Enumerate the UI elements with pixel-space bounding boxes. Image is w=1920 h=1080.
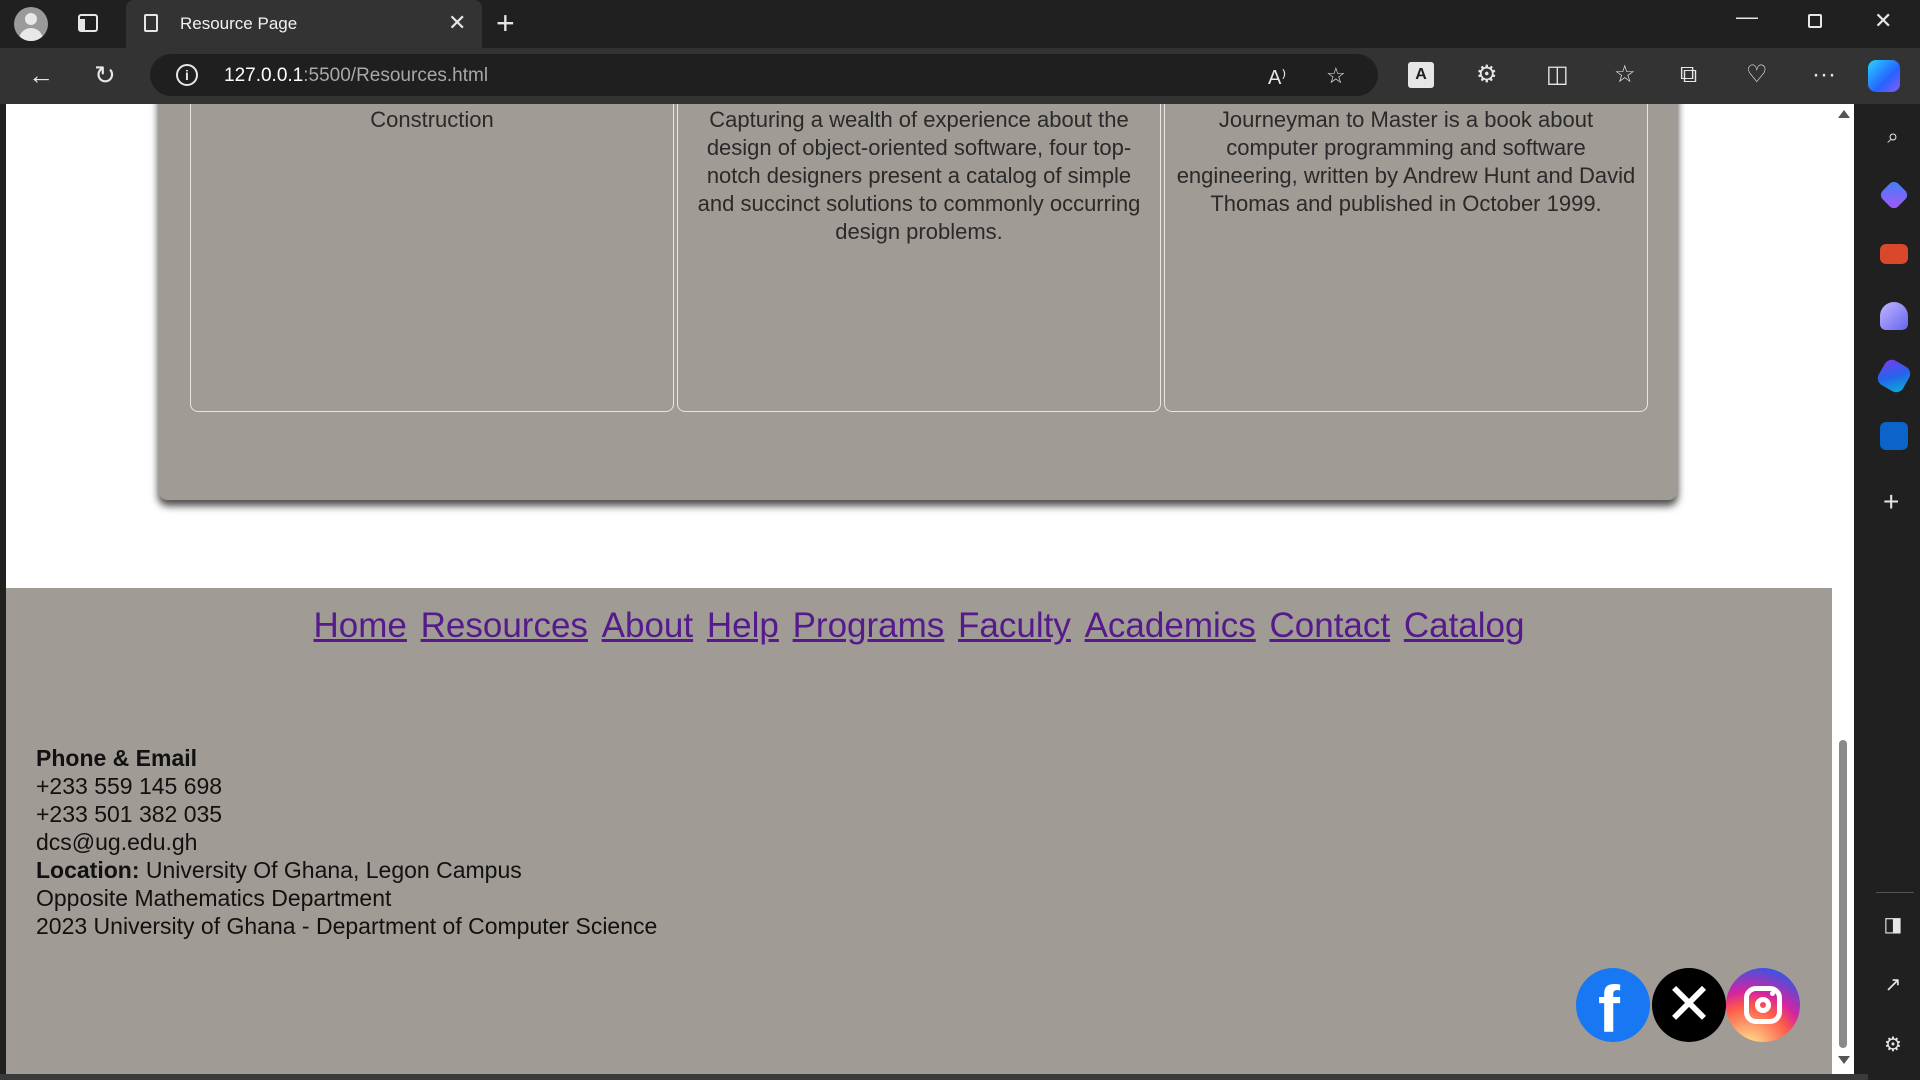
facebook-icon[interactable]: f — [1576, 968, 1650, 1046]
contact-heading: Phone & Email — [36, 745, 198, 771]
more-icon[interactable]: ··· — [1812, 62, 1836, 88]
restore-icon[interactable] — [1808, 14, 1822, 28]
info-icon[interactable]: i — [176, 64, 198, 86]
outlook-icon[interactable] — [1880, 422, 1908, 450]
search-icon[interactable]: ⌕ — [1882, 126, 1904, 148]
extension-a-icon[interactable]: A — [1408, 62, 1434, 88]
scroll-down-arrow[interactable] — [1838, 1056, 1850, 1064]
url-text[interactable]: 127.0.0.1:5500/Resources.html — [224, 65, 488, 87]
browser-essentials-icon[interactable]: ♡ — [1746, 62, 1768, 88]
plus-icon[interactable]: + — [1883, 488, 1899, 516]
profile-icon[interactable] — [14, 7, 48, 41]
refresh-icon[interactable]: ↻ — [94, 60, 116, 90]
x-icon[interactable]: ✕ — [1652, 968, 1726, 1042]
book-description: Capturing a wealth of experience about t… — [697, 107, 1141, 244]
footer-link-programs[interactable]: Programs — [793, 606, 945, 645]
tab-resource-page[interactable]: Resource Page ✕ — [126, 0, 482, 48]
footer-link-about[interactable]: About — [602, 606, 693, 645]
scroll-thumb[interactable] — [1839, 740, 1847, 1048]
phone-number: +233 559 145 698 — [36, 773, 223, 799]
footer-link-faculty[interactable]: Faculty — [958, 606, 1071, 645]
window-bottom-edge — [0, 1074, 1868, 1080]
shopping-icon[interactable] — [1878, 179, 1910, 211]
edge-sidebar: ⌕ + ◨ ↗ ⚙ — [1868, 104, 1920, 1080]
favorites-icon[interactable]: ☆ — [1614, 62, 1636, 88]
book-card: Journeyman to Master is a book about com… — [1164, 104, 1648, 412]
collections-icon[interactable]: ⧉ — [1680, 62, 1697, 88]
page-viewport: Construction Capturing a wealth of exper… — [6, 104, 1832, 1074]
book-description: Construction — [370, 107, 494, 132]
minimize-icon[interactable]: — — [1736, 4, 1758, 30]
url-path: :5500/Resources.html — [303, 65, 489, 86]
page-footer: Home Resources About Help Programs Facul… — [6, 588, 1832, 1074]
plus-icon[interactable]: + — [496, 6, 515, 40]
footer-link-catalog[interactable]: Catalog — [1404, 606, 1525, 645]
tab-actions-icon[interactable] — [78, 14, 98, 32]
tools-icon[interactable] — [1880, 244, 1908, 264]
split-screen-icon[interactable]: ◫ — [1546, 62, 1569, 88]
page-icon — [144, 14, 158, 32]
footer-nav: Home Resources About Help Programs Facul… — [6, 606, 1832, 646]
read-aloud-icon[interactable]: A⁾ — [1268, 65, 1286, 90]
tab-bar: Resource Page ✕ + — ✕ — [0, 0, 1920, 48]
office-icon[interactable] — [1874, 356, 1914, 396]
scroll-up-arrow[interactable] — [1838, 110, 1850, 118]
sidebar-divider — [1876, 892, 1914, 893]
instagram-icon[interactable] — [1726, 968, 1800, 1042]
close-icon[interactable]: ✕ — [448, 10, 466, 36]
contact-info: Phone & Email +233 559 145 698 +233 501 … — [36, 744, 657, 940]
address-bar[interactable]: i 127.0.0.1:5500/Resources.html A⁾ ☆ — [150, 54, 1378, 96]
location-label: Location: — [36, 857, 140, 883]
url-host: 127.0.0.1 — [224, 65, 304, 86]
footer-link-academics[interactable]: Academics — [1085, 606, 1256, 645]
location-value: University Of Ghana, Legon Campus — [139, 857, 522, 883]
copilot-icon[interactable] — [1868, 60, 1900, 92]
email-address: dcs@ug.edu.gh — [36, 829, 198, 855]
back-icon[interactable]: ← — [28, 60, 54, 90]
page-scrollbar[interactable] — [1832, 104, 1854, 1074]
book-card: Construction — [190, 104, 674, 412]
footer-link-home[interactable]: Home — [314, 606, 407, 645]
open-external-icon[interactable]: ↗ — [1882, 974, 1904, 996]
resources-panel: Construction Capturing a wealth of exper… — [158, 104, 1678, 500]
gear-icon[interactable]: ⚙ — [1882, 1034, 1904, 1056]
footer-link-help[interactable]: Help — [707, 606, 779, 645]
footer-link-resources[interactable]: Resources — [421, 606, 588, 645]
footer-link-contact[interactable]: Contact — [1269, 606, 1390, 645]
extensions-icon[interactable]: ⚙ — [1476, 62, 1498, 88]
sidebar-toggle-icon[interactable]: ◨ — [1882, 914, 1904, 936]
games-icon[interactable] — [1880, 302, 1908, 330]
close-window-icon[interactable]: ✕ — [1874, 8, 1892, 34]
book-card: Capturing a wealth of experience about t… — [677, 104, 1161, 412]
browser-toolbar: ← ↻ i 127.0.0.1:5500/Resources.html A⁾ ☆… — [0, 48, 1920, 104]
favorite-star-icon[interactable]: ☆ — [1326, 63, 1346, 89]
book-description: Journeyman to Master is a book about com… — [1176, 107, 1636, 216]
location-detail: Opposite Mathematics Department — [36, 885, 392, 911]
tab-title: Resource Page — [180, 14, 298, 33]
phone-number: +233 501 382 035 — [36, 801, 223, 827]
copyright: 2023 University of Ghana - Department of… — [36, 913, 658, 939]
